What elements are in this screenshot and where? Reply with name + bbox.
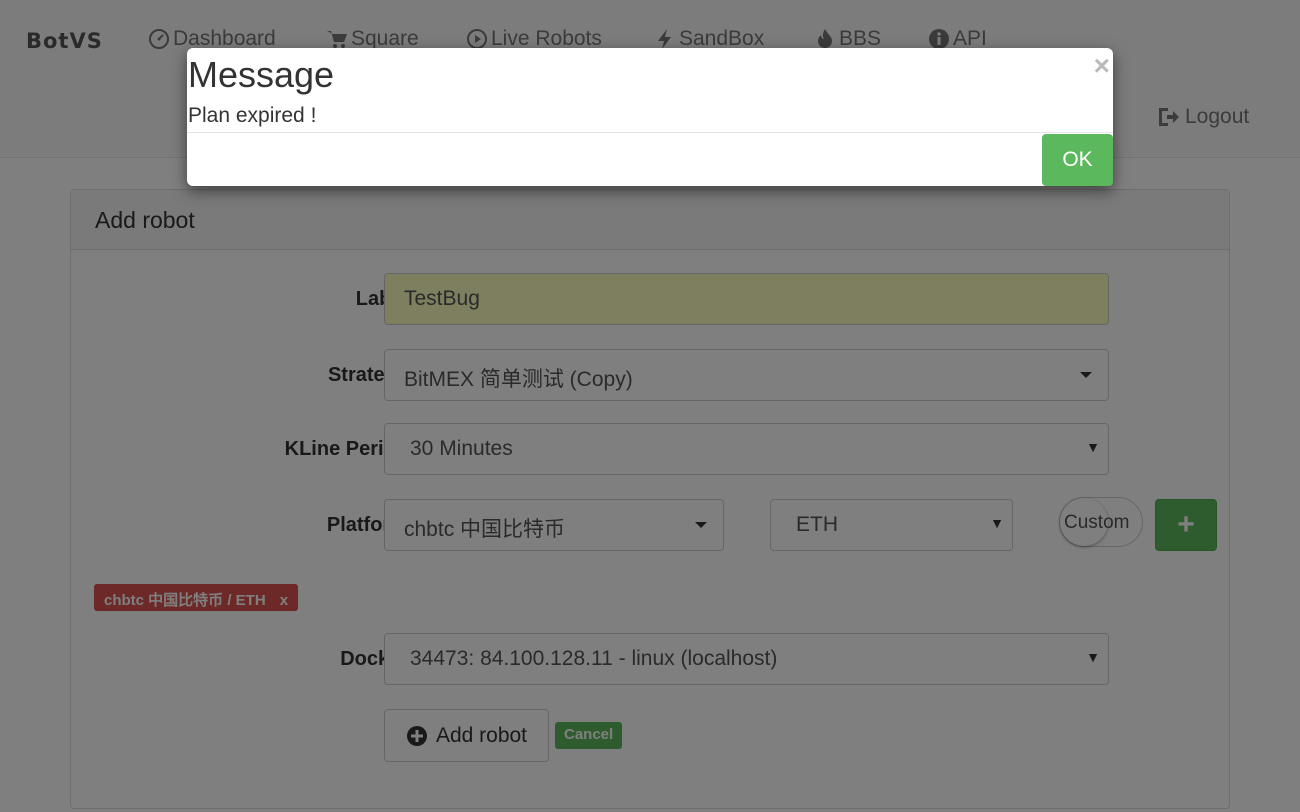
close-icon[interactable]: × [1094, 50, 1110, 82]
ok-button[interactable]: OK [1042, 134, 1113, 186]
modal-message: Plan expired ! [188, 104, 317, 127]
modal-divider [187, 132, 1113, 133]
modal-title: Message [188, 54, 335, 95]
message-modal: Message × Plan expired ! OK [187, 48, 1113, 186]
